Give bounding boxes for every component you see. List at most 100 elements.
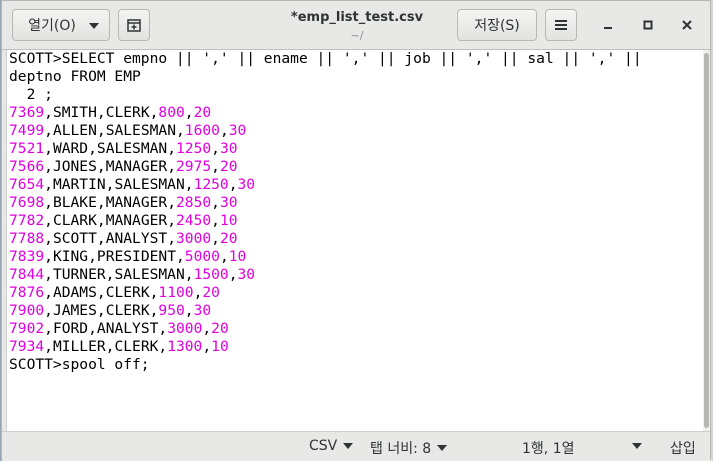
maximize-button[interactable] [636, 13, 660, 37]
scrollbar-thumb[interactable] [704, 53, 709, 428]
open-button-label: 열기(O) [28, 18, 76, 34]
text-editor-area[interactable]: SCOTT>SELECT empno || ',' || ename || ',… [6, 50, 706, 431]
editor-line: SCOTT>spool off; [7, 356, 706, 374]
csv-field-job: ANALYST [105, 230, 168, 247]
csv-field-job: MANAGER [105, 194, 168, 211]
csv-field-sal: 1250 [176, 140, 212, 157]
csv-field-ename: MARTIN [52, 176, 106, 193]
chevron-down-icon [89, 23, 99, 29]
csv-field-empno: 7934 [9, 338, 45, 355]
csv-field-sal: 3000 [176, 230, 212, 247]
menu-button[interactable] [545, 9, 577, 41]
language-label: CSV [309, 438, 338, 454]
csv-field-sal: 800 [158, 104, 185, 121]
csv-separator: , [44, 266, 53, 283]
csv-separator: , [44, 212, 53, 229]
csv-record-line: 7369,SMITH,CLERK,800,20 [7, 104, 706, 122]
csv-field-ename: TURNER [52, 266, 106, 283]
csv-field-job: MANAGER [105, 158, 168, 175]
csv-separator: , [219, 122, 229, 139]
line-text: SCOTT>spool off; [9, 356, 150, 373]
csv-field-sal: 3000 [167, 320, 203, 337]
save-button[interactable]: 저장(S) [457, 9, 537, 41]
csv-separator: , [211, 140, 220, 157]
csv-field-empno: 7566 [9, 158, 45, 175]
new-tab-button[interactable] [118, 9, 150, 41]
csv-separator: , [44, 248, 53, 265]
csv-field-job: SALESMAN [105, 122, 176, 139]
csv-separator: , [167, 230, 176, 247]
tab-width-selector[interactable]: 탭 너비: 8 [370, 438, 448, 458]
save-button-label: 저장(S) [474, 18, 520, 34]
csv-separator: , [88, 248, 97, 265]
csv-field-job: SALESMAN [114, 266, 185, 283]
text-editor-window: 열기(O) *emp_list_test.csv ~/ 저장(S) SCOTT>… [1, 0, 711, 461]
open-button[interactable]: 열기(O) [12, 9, 110, 41]
csv-separator: , [44, 320, 53, 337]
csv-field-sal: 5000 [184, 248, 220, 265]
csv-field-sal: 1300 [167, 338, 203, 355]
csv-separator: , [158, 338, 168, 355]
csv-record-line: 7521,WARD,SALESMAN,1250,30 [7, 140, 706, 158]
csv-field-job: CLERK [105, 302, 150, 319]
csv-field-job: CLERK [105, 284, 150, 301]
csv-field-empno: 7654 [9, 176, 45, 193]
csv-field-ename: CLARK [52, 212, 97, 229]
csv-field-deptno: 30 [219, 194, 238, 211]
cursor-position-selector[interactable]: 1행, 1열 [522, 438, 574, 458]
chevron-down-icon[interactable] [632, 443, 642, 449]
csv-field-sal: 1100 [158, 284, 194, 301]
csv-separator: , [96, 302, 106, 319]
csv-separator: , [175, 122, 185, 139]
csv-field-ename: KING [52, 248, 89, 265]
csv-field-sal: 1600 [184, 122, 220, 139]
csv-field-deptno: 30 [228, 122, 247, 139]
maximize-icon [643, 20, 653, 30]
csv-record-line: 7844,TURNER,SALESMAN,1500,30 [7, 266, 706, 284]
csv-separator: , [96, 158, 106, 175]
csv-field-empno: 7698 [9, 194, 45, 211]
csv-separator: , [202, 320, 212, 337]
csv-separator: , [88, 320, 97, 337]
editor-line: 2 ; [7, 86, 706, 104]
csv-field-deptno: 10 [228, 248, 247, 265]
document-title: *emp_list_test.csv [290, 10, 424, 25]
csv-separator: , [44, 302, 53, 319]
csv-field-deptno: 20 [193, 104, 212, 121]
csv-separator: , [184, 302, 194, 319]
status-bar: CSV 탭 너비: 8 1행, 1열 삽입 [2, 431, 710, 461]
csv-field-sal: 1250 [193, 176, 229, 193]
csv-field-job: MANAGER [105, 212, 168, 229]
csv-field-deptno: 30 [219, 140, 238, 157]
csv-separator: , [228, 266, 238, 283]
csv-record-line: 7934,MILLER,CLERK,1300,10 [7, 338, 706, 356]
csv-separator: , [211, 212, 220, 229]
csv-field-job: PRESIDENT [96, 248, 176, 265]
csv-field-job: CLERK [105, 104, 150, 121]
csv-record-line: 7698,BLAKE,MANAGER,2850,30 [7, 194, 706, 212]
csv-separator: , [96, 104, 106, 121]
csv-field-empno: 7876 [9, 284, 45, 301]
csv-field-job: ANALYST [96, 320, 159, 337]
csv-field-sal: 2450 [176, 212, 212, 229]
csv-record-line: 7788,SCOTT,ANALYST,3000,20 [7, 230, 706, 248]
csv-separator: , [167, 212, 176, 229]
csv-field-empno: 7788 [9, 230, 45, 247]
csv-separator: , [167, 194, 176, 211]
csv-separator: , [44, 230, 53, 247]
csv-separator: , [211, 158, 220, 175]
csv-record-line: 7902,FORD,ANALYST,3000,20 [7, 320, 706, 338]
close-button[interactable] [675, 13, 699, 37]
editor-line: deptno FROM EMP [7, 68, 706, 86]
minimize-icon [604, 27, 612, 29]
csv-record-line: 7900,JAMES,CLERK,950,30 [7, 302, 706, 320]
close-icon [682, 20, 692, 30]
language-selector[interactable]: CSV [309, 438, 354, 454]
csv-separator: , [184, 176, 194, 193]
csv-field-ename: ADAMS [52, 284, 97, 301]
csv-separator: , [44, 140, 53, 157]
csv-field-empno: 7902 [9, 320, 45, 337]
csv-field-ename: ALLEN [52, 122, 97, 139]
minimize-button[interactable] [596, 13, 620, 37]
csv-field-job: CLERK [114, 338, 159, 355]
